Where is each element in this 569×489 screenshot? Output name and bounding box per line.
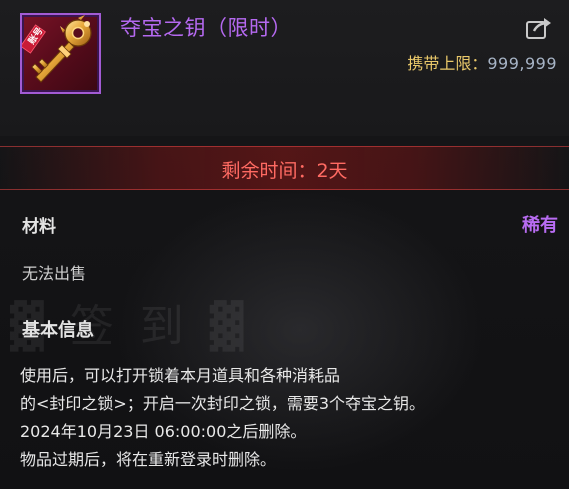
carry-limit-label: 携带上限： — [407, 54, 488, 73]
item-name: 夺宝之钥（限时） — [120, 16, 292, 40]
share-icon — [526, 18, 551, 39]
description-line: 物品过期后，将在重新登录时删除。 — [20, 450, 277, 469]
item-icon-frame: 账号 — [20, 13, 101, 94]
share-button[interactable] — [524, 16, 554, 42]
carry-limit-value: 999,999 — [487, 54, 557, 73]
carry-limit: 携带上限：999,999 — [407, 50, 557, 74]
remaining-time: 剩余时间：2天 — [221, 160, 348, 182]
item-description: 使用后，可以打开锁着本月道具和各种消耗品 的<封印之锁>；开启一次封印之锁，需要… — [20, 362, 560, 474]
sell-status: 无法出售 — [22, 264, 87, 283]
item-type: 材料 — [22, 217, 56, 237]
basic-info-title: 基本信息 — [22, 320, 94, 341]
description-line: 2024年10月23日 06:00:00之后删除。 — [20, 422, 307, 441]
item-rarity: 稀有 — [522, 215, 558, 236]
item-tooltip: 账号 夺宝之钥（限时） 携带上限：999,999 剩余时间：2天 ▓ 签 到 ▓… — [0, 0, 569, 489]
description-line: 使用后，可以打开锁着本月道具和各种消耗品 — [20, 366, 341, 385]
description-line: 的<封印之锁>；开启一次封印之锁，需要3个夺宝之钥。 — [20, 394, 425, 413]
